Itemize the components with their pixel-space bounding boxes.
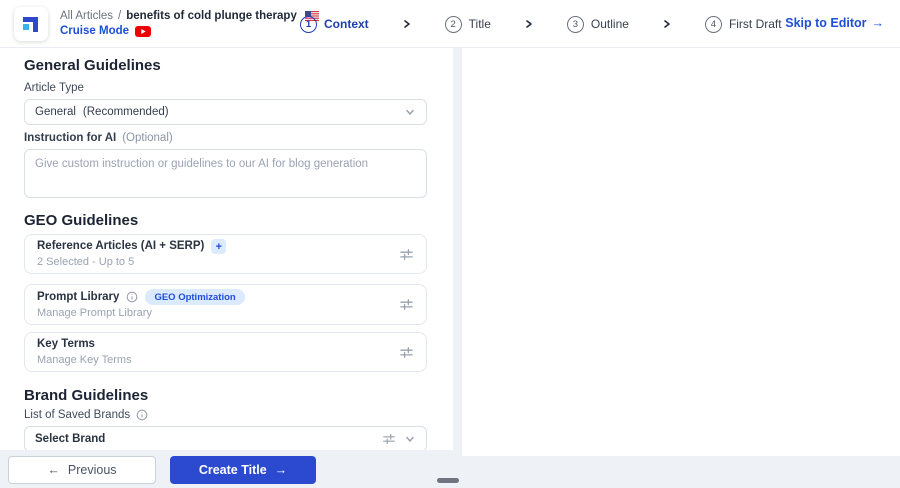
app-logo[interactable] (14, 6, 48, 41)
horizontal-scrollbar-thumb[interactable] (437, 478, 459, 483)
step-title-number: 2 (444, 15, 462, 33)
arrow-right-icon: → (871, 16, 885, 30)
article-type-qualifier: (Recommended) (82, 106, 169, 118)
optional-hint: (Optional) (122, 132, 173, 144)
chevron-right-icon (662, 19, 672, 29)
saved-brands-label: List of Saved Brands (24, 408, 427, 422)
step-outline-number: 3 (566, 15, 584, 33)
youtube-icon (135, 25, 152, 37)
skip-to-editor-link[interactable]: Skip to Editor → (785, 16, 884, 30)
article-type-value: General (35, 106, 76, 118)
general-guidelines-heading: General Guidelines (24, 57, 161, 74)
create-title-button-label: Create Title (198, 463, 267, 477)
step-first-draft[interactable]: 4 First Draft (704, 15, 782, 33)
wizard-stepper: 1 Context 2 Title 3 Outline 4 First Draf… (300, 0, 782, 48)
article-type-select[interactable]: General (Recommended) (24, 99, 427, 125)
arrow-left-icon: ← (47, 463, 60, 477)
step-context[interactable]: 1 Context (300, 15, 369, 33)
breadcrumb: All Articles / benefits of cold plunge t… (60, 10, 319, 37)
previous-button[interactable]: ← Previous (8, 456, 156, 484)
sliders-icon[interactable] (399, 247, 414, 262)
logo-icon (20, 13, 42, 35)
chevron-down-icon (404, 433, 416, 445)
key-terms-title: Key Terms (37, 338, 95, 350)
geo-guidelines-heading: GEO Guidelines (24, 212, 139, 229)
prompt-library-card[interactable]: Prompt Library GEO Optimization Manage P… (24, 284, 427, 325)
breadcrumb-all-articles[interactable]: All Articles (60, 10, 113, 22)
chevron-down-icon (404, 106, 416, 118)
add-reference-button[interactable]: + (211, 239, 227, 254)
skip-to-editor-label: Skip to Editor (785, 16, 867, 30)
context-form-panel: General Guidelines Article Type General … (0, 48, 453, 450)
reference-articles-subtitle: 2 Selected - Up to 5 (37, 256, 135, 268)
brand-guidelines-heading: Brand Guidelines (24, 387, 149, 404)
chevron-right-icon (402, 19, 412, 29)
cruise-mode-toggle[interactable]: Cruise Mode (60, 25, 319, 37)
breadcrumb-separator: / (118, 10, 122, 22)
arrow-right-icon: → (274, 463, 288, 477)
create-title-button[interactable]: Create Title → (170, 456, 316, 484)
instruction-for-ai-textarea[interactable] (24, 149, 427, 198)
previous-button-label: Previous (67, 463, 117, 477)
cruise-mode-label: Cruise Mode (60, 25, 130, 37)
key-terms-card[interactable]: Key Terms Manage Key Terms (24, 332, 427, 372)
step-first-draft-label: First Draft (728, 17, 782, 31)
instruction-for-ai-label: Instruction for AI (Optional) (24, 132, 173, 144)
sliders-icon (382, 432, 396, 446)
breadcrumb-article-title: benefits of cold plunge therapy (126, 10, 297, 22)
step-outline-label: Outline (590, 17, 629, 31)
key-terms-subtitle: Manage Key Terms (37, 354, 132, 366)
geo-optimization-badge: GEO Optimization (145, 289, 245, 305)
prompt-library-title: Prompt Library (37, 290, 120, 303)
reference-articles-card[interactable]: Reference Articles (AI + SERP) + 2 Selec… (24, 234, 427, 274)
article-type-label: Article Type (24, 82, 84, 94)
step-context-number: 1 (300, 15, 317, 33)
app-header: All Articles / benefits of cold plunge t… (0, 0, 900, 48)
step-first-draft-number: 4 (704, 15, 722, 33)
reference-articles-title: Reference Articles (AI + SERP) (37, 240, 205, 252)
sliders-icon[interactable] (399, 345, 414, 360)
prompt-library-subtitle: Manage Prompt Library (37, 307, 152, 319)
preview-panel (462, 48, 900, 456)
select-brand-value: Select Brand (35, 432, 106, 445)
select-brand-dropdown[interactable]: Select Brand (24, 426, 427, 450)
chevron-right-icon (524, 19, 534, 29)
step-title[interactable]: 2 Title (444, 15, 491, 33)
step-outline[interactable]: 3 Outline (566, 15, 629, 33)
info-icon (136, 409, 148, 421)
step-context-label: Context (324, 17, 369, 31)
step-title-label: Title (468, 17, 491, 31)
info-icon (126, 291, 138, 303)
sliders-icon[interactable] (399, 297, 414, 312)
